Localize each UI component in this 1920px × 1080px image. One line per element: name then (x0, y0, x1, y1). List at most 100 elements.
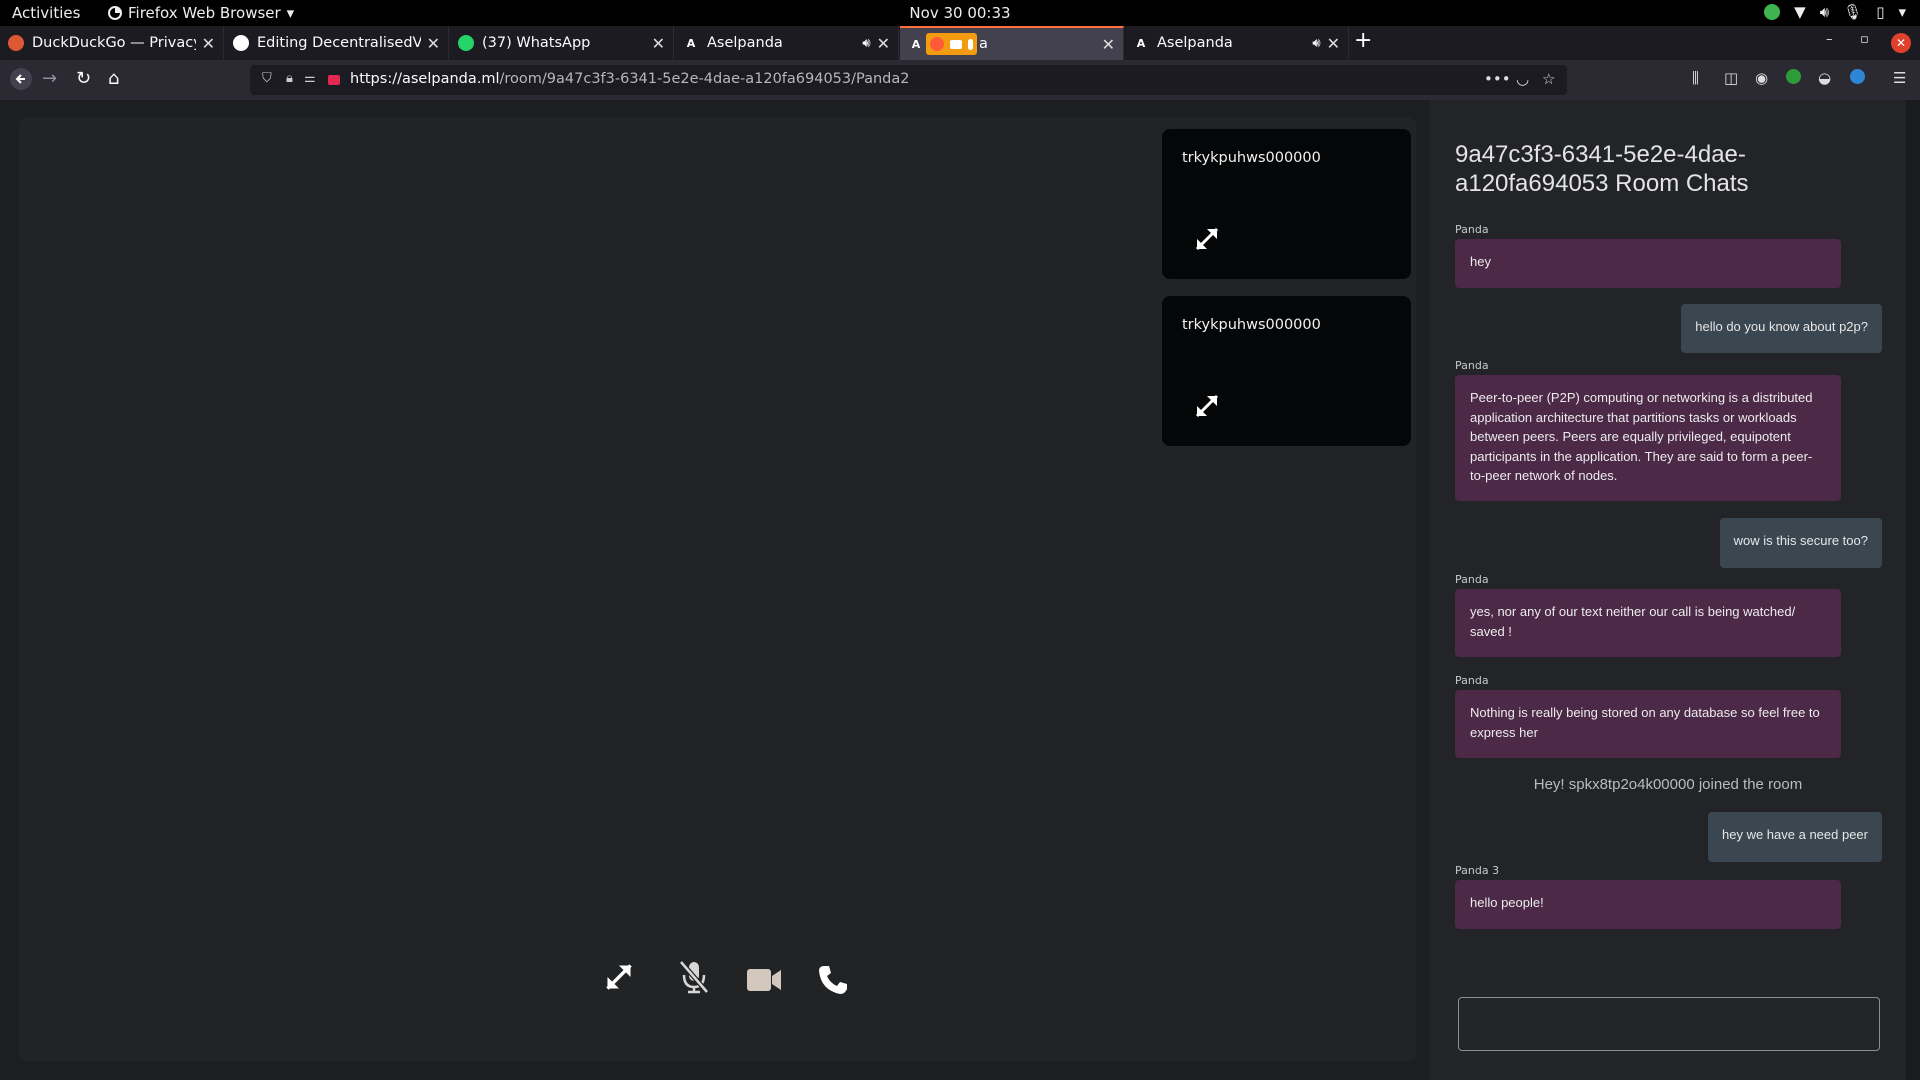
firefox-icon (108, 6, 122, 20)
home-button[interactable]: ⌂ (108, 68, 119, 89)
tab-duckduckgo[interactable]: DuckDuckGo — Privacy, ✕ (0, 26, 224, 60)
expand-icon[interactable] (1194, 393, 1220, 419)
close-icon[interactable]: ✕ (202, 34, 215, 53)
shield-icon[interactable]: ⛉ (262, 71, 272, 86)
url-text[interactable]: https://aselpanda.ml/room/9a47c3f3-6341-… (350, 71, 910, 87)
account-icon[interactable]: ◉ (1755, 69, 1768, 87)
close-icon[interactable]: ✕ (1327, 34, 1340, 53)
camera-permission-icon[interactable] (328, 75, 340, 85)
sidebar-icon[interactable]: ◫ (1724, 69, 1738, 87)
phone-icon (819, 966, 847, 994)
aselpanda-favicon: A (911, 37, 921, 51)
close-icon[interactable]: ✕ (427, 34, 440, 53)
chevron-down-icon: ▾ (286, 4, 295, 22)
firefox-icon (930, 37, 944, 51)
back-button[interactable] (10, 68, 32, 95)
system-top-bar: Activities Firefox Web Browser ▾ Nov 30 … (0, 0, 1920, 26)
minimize-button[interactable]: – (1826, 32, 1833, 47)
url-path: /room/9a47c3f3-6341-5e2e-4dae-a120fa6940… (499, 71, 910, 87)
lock-icon[interactable]: 🔒︎ (286, 71, 293, 86)
outgoing-message: wow is this secure too? (1719, 518, 1882, 568)
chat-title: 9a47c3f3-6341-5e2e-4dae-a120fa694053 Roo… (1455, 141, 1749, 197)
message-sender: Panda (1455, 223, 1489, 236)
message-sender: Panda (1455, 359, 1489, 372)
speaker-icon[interactable]: 🔊︎ (862, 36, 870, 51)
sharing-indicator[interactable] (926, 33, 977, 55)
close-icon[interactable]: ✕ (1102, 35, 1115, 54)
incoming-message: hello people! (1455, 880, 1841, 929)
activities-button[interactable]: Activities (12, 4, 80, 22)
main-video-area: trkykpuhws000000 trkykpuhws000000 (19, 117, 1416, 1061)
speaker-icon[interactable]: 🔊︎ (1312, 36, 1320, 51)
participant-name: trkykpuhws000000 (1182, 150, 1321, 166)
camera-icon (950, 39, 962, 49)
maximize-button[interactable]: ▫ (1860, 32, 1869, 47)
chat-panel: 9a47c3f3-6341-5e2e-4dae-a120fa694053 Roo… (1430, 100, 1906, 1080)
extension-mask-icon[interactable]: ◒ (1818, 69, 1831, 87)
incoming-message: yes, nor any of our text neither our cal… (1455, 589, 1841, 657)
status-ok-icon (1764, 4, 1781, 20)
chat-message-input[interactable] (1458, 997, 1880, 1051)
pocket-icon[interactable]: ◡ (1516, 70, 1529, 88)
outgoing-message: hey we have a need peer (1708, 812, 1882, 862)
page-actions-icon[interactable]: ••• (1484, 70, 1511, 88)
forward-button[interactable]: → (42, 68, 57, 89)
tab-github[interactable]: Editing DecentralisedVid ✕ (225, 26, 449, 60)
extension-green-icon[interactable] (1786, 69, 1801, 88)
tab-title: Aselpanda (1157, 35, 1233, 51)
aselpanda-favicon: A (686, 36, 696, 50)
system-message: Hey! spkx8tp2o4k00000 joined the room (1533, 776, 1803, 793)
fullscreen-button[interactable] (604, 962, 634, 992)
tab-active-room[interactable]: A a ✕ (900, 26, 1124, 60)
duckduckgo-icon (8, 35, 24, 51)
participant-name: trkykpuhws000000 (1182, 317, 1321, 333)
participant-tile: trkykpuhws000000 (1162, 129, 1411, 279)
page-scrollbar[interactable] (1906, 100, 1920, 1080)
whatsapp-icon (458, 35, 474, 51)
address-bar[interactable]: ⛉ 🔒︎ ⚌ https://aselpanda.ml/room/9a47c3f… (250, 65, 1567, 95)
reload-button[interactable]: ↻ (76, 68, 91, 89)
tab-aselpanda-2[interactable]: A Aselpanda 🔊︎ ✕ (1125, 26, 1349, 60)
navigation-bar: → ↻ ⌂ ⛉ 🔒︎ ⚌ https://aselpanda.ml/room/9… (0, 60, 1920, 100)
tab-aselpanda[interactable]: A Aselpanda 🔊︎ ✕ (675, 26, 899, 60)
microphone-muted-icon (679, 960, 709, 994)
app-menu[interactable]: Firefox Web Browser ▾ (108, 4, 294, 22)
battery-icon: ▯ (1876, 3, 1885, 21)
incoming-message: hey (1455, 239, 1841, 288)
camera-button[interactable] (746, 967, 782, 993)
message-sender: Panda (1455, 573, 1489, 586)
bookmark-star-icon[interactable]: ☆ (1542, 70, 1555, 88)
aselpanda-favicon: A (1136, 36, 1146, 50)
outgoing-message: hello do you know about p2p? (1681, 304, 1882, 353)
clock[interactable]: Nov 30 00:33 (909, 4, 1010, 22)
participant-tile: trkykpuhws000000 (1162, 296, 1411, 446)
tab-title: a (979, 36, 988, 52)
expand-icon (606, 964, 632, 990)
library-icon[interactable]: ⫼ (1692, 69, 1699, 87)
wifi-icon: ▼ (1794, 3, 1806, 21)
tab-title: Editing DecentralisedVid (257, 35, 421, 51)
incoming-message: Peer-to-peer (P2P) computing or networki… (1455, 375, 1841, 501)
url-host: https://aselpanda.ml (350, 71, 500, 87)
end-call-button[interactable] (817, 964, 849, 996)
tab-whatsapp[interactable]: (37) WhatsApp ✕ (450, 26, 674, 60)
video-camera-icon (747, 969, 781, 991)
tab-title: (37) WhatsApp (482, 35, 591, 51)
microphone-icon (968, 38, 973, 50)
expand-icon[interactable] (1194, 226, 1220, 252)
app-menu-label: Firefox Web Browser (128, 4, 281, 22)
page-content: trkykpuhws000000 trkykpuhws000000 9a47c3… (0, 100, 1920, 1080)
menu-icon[interactable]: ☰ (1893, 69, 1906, 87)
permissions-icon[interactable]: ⚌ (304, 71, 316, 86)
window-close-button[interactable]: ✕ (1891, 33, 1911, 53)
message-sender: Panda 3 (1455, 864, 1500, 877)
mute-button[interactable] (676, 959, 712, 995)
volume-icon: 🔊︎ (1819, 3, 1830, 21)
system-tray[interactable]: ▼ 🔊︎ 🎙︎ ▯ ▾ (1764, 3, 1906, 21)
tab-title: DuckDuckGo — Privacy, (32, 35, 196, 51)
close-icon[interactable]: ✕ (877, 34, 890, 53)
extension-blue-icon[interactable] (1850, 69, 1865, 88)
close-icon[interactable]: ✕ (652, 34, 665, 53)
new-tab-button[interactable]: + (1354, 28, 1372, 53)
incoming-message: Nothing is really being stored on any da… (1455, 690, 1841, 758)
